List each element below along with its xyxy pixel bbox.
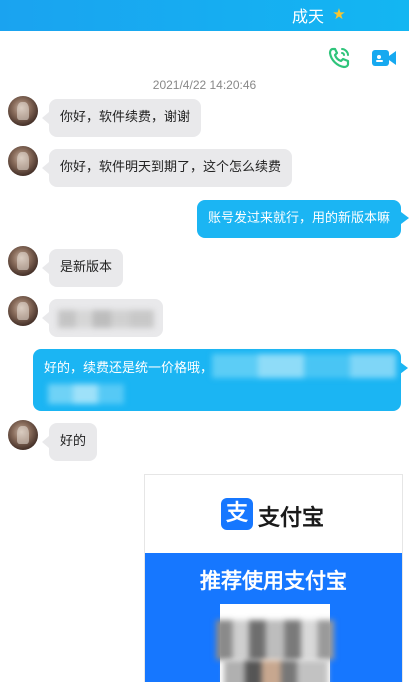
message-bubble-incoming[interactable]: 好的 [49, 423, 98, 461]
bubble-tail [42, 436, 49, 448]
redacted-content [48, 384, 124, 404]
contact-avatar[interactable] [8, 96, 38, 126]
contact-avatar[interactable] [8, 420, 38, 450]
message-bubble-incoming[interactable]: 是新版本 [49, 249, 124, 287]
redacted-content [216, 620, 334, 660]
bubble-tail [42, 312, 49, 324]
contact-avatar[interactable] [8, 146, 38, 176]
video-call-icon[interactable] [371, 48, 397, 68]
contact-name[interactable]: 成天 [292, 3, 324, 27]
payment-card-header: 支 支付宝 [145, 475, 402, 553]
bubble-tail [401, 212, 409, 224]
contact-avatar[interactable] [8, 296, 38, 326]
phone-call-icon[interactable] [327, 46, 353, 70]
message-timestamp: 2021/4/22 14:20:46 [152, 78, 257, 92]
redacted-content [224, 660, 328, 682]
alipay-brand-name: 支付宝 [258, 506, 325, 531]
message-bubble-outgoing[interactable]: 账号发过来就行，用的新版本嘛 [197, 200, 402, 238]
payment-slogan: 推荐使用支付宝 [200, 569, 347, 593]
redacted-content [58, 310, 154, 328]
message-bubble-incoming[interactable]: 你好，软件明天到期了，这个怎么续费 [49, 149, 293, 187]
alipay-logo-icon: 支 [221, 498, 253, 530]
bubble-tail [42, 162, 49, 174]
qr-code [216, 604, 334, 682]
bubble-tail [42, 262, 49, 274]
chat-header: 成天 ★ [0, 0, 409, 31]
bubble-tail [400, 362, 408, 374]
payment-card-body: 推荐使用支付宝 [145, 553, 402, 682]
bubble-tail [42, 112, 49, 124]
redacted-content [212, 354, 396, 378]
message-bubble-incoming[interactable]: 你好，软件续费，谢谢 [49, 99, 202, 137]
payment-qr-image[interactable]: 支 支付宝 推荐使用支付宝 [144, 474, 403, 682]
star-badge-icon: ★ [332, 5, 346, 23]
contact-avatar[interactable] [8, 246, 38, 276]
